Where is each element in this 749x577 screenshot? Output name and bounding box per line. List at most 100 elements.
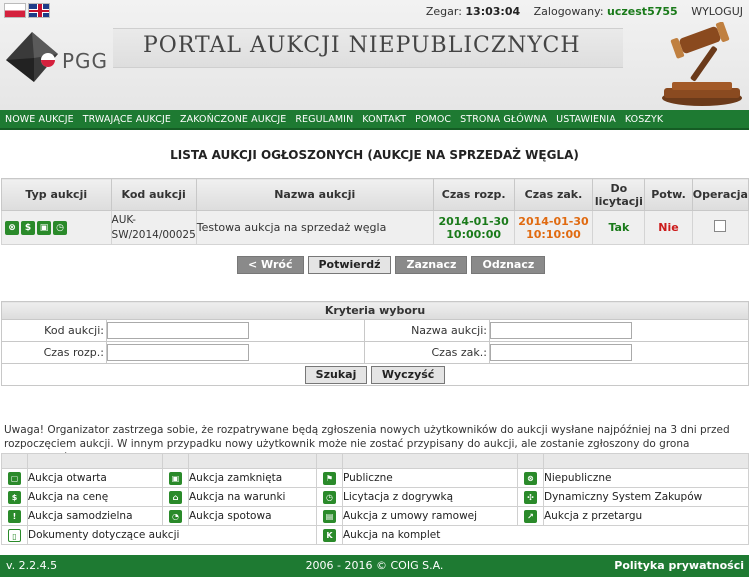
banner-title: PORTAL AUKCJI NIEPUBLICZNYCH	[143, 33, 581, 58]
row-checkbox[interactable]	[714, 220, 727, 232]
header: Zegar: 13:03:04 Zalogowany: uczest5755 W…	[0, 0, 749, 110]
end-input[interactable]	[490, 344, 632, 361]
back-button[interactable]: < Wróć	[237, 256, 304, 274]
clock-value: 13:03:04	[465, 5, 521, 18]
logo-text: PGG	[62, 49, 109, 73]
search-button[interactable]: Szukaj	[304, 365, 368, 384]
legend-extra-round: Licytacja z dogrywką	[342, 487, 518, 507]
legend-public: Publiczne	[342, 468, 518, 488]
table-header-row: Typ aukcji Kod aukcji Nazwa aukcji Czas …	[1, 178, 749, 211]
pgg-diamond-icon	[6, 32, 58, 82]
exclamation-icon: !	[8, 509, 21, 523]
legend-standalone: Aukcja samodzielna	[27, 506, 163, 526]
cell-potw: Nie	[644, 210, 693, 245]
clock-icon: ◷	[53, 220, 67, 235]
col-header-type: Typ aukcji	[1, 178, 112, 211]
page-title: LISTA AUKCJI OGŁOSZONYCH (AUKCJE NA SPRZ…	[170, 148, 579, 162]
nav-item-new-auctions[interactable]: NOWE AUKCJE	[5, 114, 74, 125]
criteria-buttons: Szukaj Wyczyść	[1, 363, 749, 386]
col-header-operation: Operacja	[691, 178, 749, 211]
cart-icon: ⌂	[169, 490, 182, 504]
nav-item-help[interactable]: POMOC	[415, 114, 451, 125]
logout-link[interactable]: WYLOGUJ	[691, 5, 743, 18]
col-header-bid: Do licytacji	[592, 178, 646, 211]
end-cell	[489, 341, 749, 364]
tender-icon: ↗	[524, 509, 537, 523]
flag-icon: ⚑	[323, 471, 336, 485]
legend-price: Aukcja na cenę	[27, 487, 163, 507]
legend-terms: Aukcja na warunki	[188, 487, 317, 507]
price-icon: $	[21, 220, 35, 235]
cell-type-icons: ⊗ $ ▣ ◷	[1, 210, 112, 245]
legend-open: Aukcja otwarta	[27, 468, 163, 488]
legend-non-public: Niepubliczne	[543, 468, 749, 488]
cell-start: 2014-01-30 10:00:00	[432, 210, 515, 245]
select-button[interactable]: Zaznacz	[395, 256, 468, 274]
document-icon: ▯	[8, 528, 21, 542]
name-input[interactable]	[490, 322, 632, 339]
legend-documents: Dokumenty dotyczące aukcji	[27, 525, 317, 545]
cell-do-licytacji: Tak	[592, 210, 646, 245]
start-input[interactable]	[107, 344, 249, 361]
action-buttons: < Wróć Potwierdź Zaznacz Odznacz	[237, 256, 546, 274]
nav-item-rules[interactable]: REGULAMIN	[295, 114, 353, 125]
pgg-logo: PGG	[4, 30, 107, 84]
dollar-icon: $	[8, 490, 21, 504]
legend-complete: Aukcja na komplet	[342, 525, 749, 545]
legend-tender: Aukcja z przetargu	[543, 506, 749, 526]
criteria-title: Kryteria wyboru	[1, 301, 749, 320]
logged-label: Zalogowany:	[533, 5, 604, 18]
confirm-button[interactable]: Potwierdź	[307, 256, 392, 274]
nav-item-settings[interactable]: USTAWIENIA	[556, 114, 616, 125]
col-header-start: Czas rozp.	[432, 178, 515, 211]
non-public-icon: ⊗	[524, 471, 537, 485]
open-lock-icon: ▢	[8, 471, 21, 485]
privacy-link[interactable]: Polityka prywatności	[614, 559, 744, 572]
main-nav: NOWE AUKCJE TRWAJĄCE AUKCJE ZAKOŃCZONE A…	[0, 110, 749, 130]
auction-table: Typ aukcji Kod aukcji Nazwa aukcji Czas …	[1, 178, 749, 245]
english-flag-icon[interactable]	[28, 3, 50, 18]
cell-end: 2014-01-30 10:10:00	[513, 210, 594, 245]
name-label: Nazwa aukcji:	[364, 319, 490, 342]
code-input[interactable]	[107, 322, 249, 339]
spot-icon: ◔	[169, 509, 182, 523]
clock-label: Zegar:	[425, 5, 462, 18]
start-label: Czas rozp.:	[1, 341, 107, 364]
logged-user: uczest5755	[607, 5, 678, 18]
clock-icon: ◷	[323, 490, 336, 504]
nav-item-finished-auctions[interactable]: ZAKOŃCZONE AUKCJE	[180, 114, 286, 125]
cell-name: Testowa aukcja na sprzedaż węgla	[195, 210, 434, 245]
cell-code: AUK-SW/2014/00025	[110, 210, 197, 245]
closed-lock-icon: ▣	[169, 471, 182, 485]
start-time: 10:00:00	[446, 227, 502, 241]
top-info: Zegar: 13:03:04 Zalogowany: uczest5755 W…	[426, 5, 743, 18]
col-header-name: Nazwa aukcji	[195, 178, 434, 211]
col-header-code: Kod aukcji	[110, 178, 197, 211]
nav-item-home[interactable]: STRONA GŁÓWNA	[460, 114, 547, 125]
col-header-confirm: Potw.	[644, 178, 693, 211]
legend-framework: Aukcja z umowy ramowej	[342, 506, 518, 526]
col-header-end: Czas zak.	[513, 178, 594, 211]
code-cell	[106, 319, 365, 342]
legend-table: ▢ Aukcja otwarta ▣ Aukcja zamknięta ⚑ Pu…	[1, 453, 749, 545]
nav-item-contact[interactable]: KONTAKT	[362, 114, 406, 125]
deselect-button[interactable]: Odznacz	[471, 256, 546, 274]
end-label: Czas zak.:	[364, 341, 490, 364]
nav-item-cart[interactable]: KOSZYK	[625, 114, 663, 125]
start-date: 2014-01-30	[438, 214, 509, 228]
footer: v. 2.2.4.5 2006 - 2016 © COIG S.A. Polit…	[0, 555, 749, 577]
clear-button[interactable]: Wyczyść	[370, 365, 446, 384]
banner: PORTAL AUKCJI NIEPUBLICZNYCH	[113, 28, 623, 68]
start-cell	[106, 341, 365, 364]
non-public-icon: ⊗	[5, 220, 19, 235]
cell-operation	[691, 210, 749, 245]
gavel-icon	[662, 22, 742, 106]
legend-spot: Aukcja spotowa	[188, 506, 317, 526]
end-date: 2014-01-30	[518, 214, 589, 228]
end-time: 10:10:00	[526, 227, 581, 241]
nav-item-ongoing-auctions[interactable]: TRWAJĄCE AUKCJE	[83, 114, 171, 125]
name-cell	[489, 319, 749, 342]
polish-flag-icon[interactable]	[4, 3, 26, 18]
legend-dynamic: Dynamiczny System Zakupów	[543, 487, 749, 507]
lock-icon: ▣	[37, 220, 51, 235]
